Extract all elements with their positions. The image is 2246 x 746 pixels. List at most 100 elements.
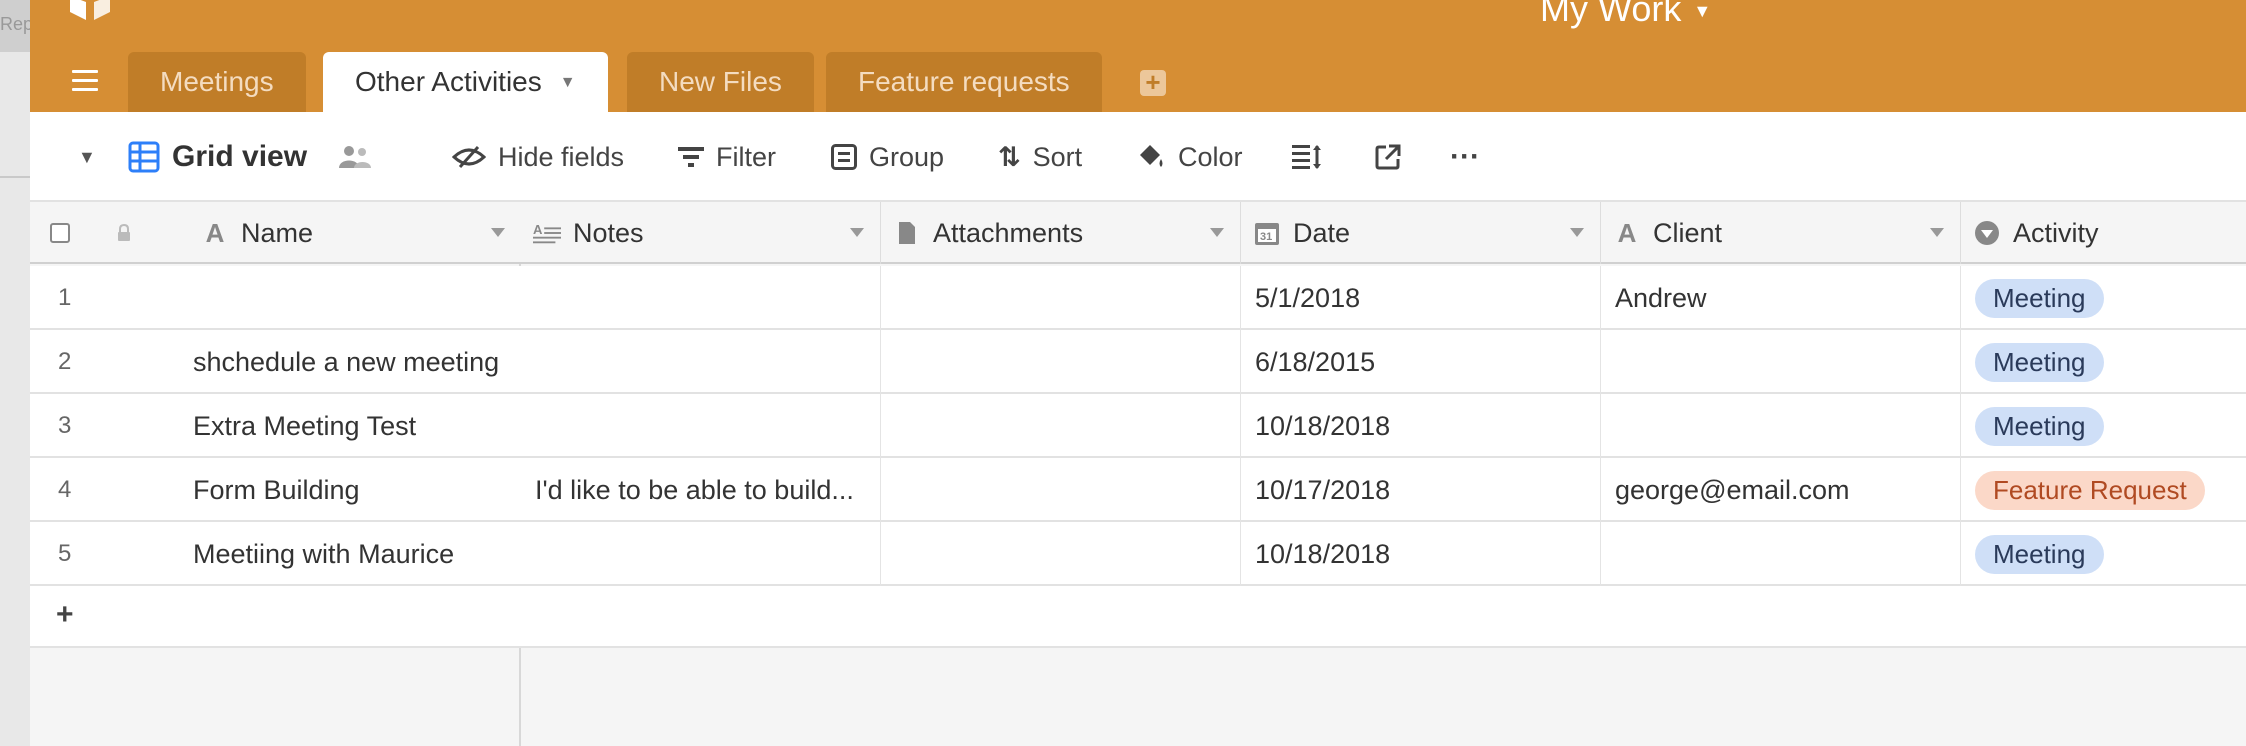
sort-button[interactable]: ⇅ Sort bbox=[998, 112, 1082, 202]
date-cell[interactable]: 5/1/2018 bbox=[1241, 266, 1601, 330]
tab-meetings[interactable]: Meetings bbox=[128, 52, 306, 112]
add-record-row[interactable]: + bbox=[30, 586, 521, 648]
column-menu-icon[interactable] bbox=[1210, 228, 1224, 237]
date-cell[interactable]: 10/17/2018 bbox=[1241, 458, 1601, 522]
table-row[interactable]: I'd like to be able to build... 10/17/20… bbox=[521, 458, 2246, 522]
notes-cell[interactable]: I'd like to be able to build... bbox=[521, 458, 881, 522]
name-cell[interactable]: Extra Meeting Test bbox=[165, 394, 521, 458]
client-cell[interactable]: Andrew bbox=[1601, 266, 1961, 330]
table-row[interactable]: 4 Form Building bbox=[30, 458, 521, 522]
name-cell[interactable]: Form Building bbox=[165, 458, 521, 522]
color-button[interactable]: Color bbox=[1136, 112, 1243, 202]
table-row[interactable]: 6/18/2015 Meeting bbox=[521, 330, 2246, 394]
date-cell[interactable]: 6/18/2015 bbox=[1241, 330, 1601, 394]
table-row[interactable]: 5 Meetiing with Maurice bbox=[30, 522, 521, 586]
row-number: 1 bbox=[58, 284, 72, 311]
client-cell[interactable] bbox=[1601, 522, 1961, 586]
eye-slash-icon bbox=[452, 145, 486, 169]
tab-other-activities[interactable]: Other Activities ▼ bbox=[323, 52, 608, 112]
notes-cell[interactable] bbox=[521, 266, 881, 330]
tab-new-files[interactable]: New Files bbox=[627, 52, 814, 112]
text-field-icon: A bbox=[205, 217, 225, 248]
frozen-pane: A Name 1 2 shchedule a new meeting 3 Ext… bbox=[30, 202, 521, 746]
column-title: Date bbox=[1293, 217, 1351, 248]
column-header-client[interactable]: A Client bbox=[1601, 202, 1961, 264]
client-cell[interactable] bbox=[1601, 330, 1961, 394]
activity-cell[interactable]: Meeting bbox=[1961, 394, 2246, 458]
attachments-cell[interactable] bbox=[881, 266, 1241, 330]
column-header-activity[interactable]: Activity bbox=[1961, 202, 2246, 264]
filter-button[interactable]: Filter bbox=[678, 112, 776, 202]
chevron-down-icon[interactable]: ▼ bbox=[560, 74, 576, 91]
table-row[interactable]: 2 shchedule a new meeting bbox=[30, 330, 521, 394]
hide-fields-button[interactable]: Hide fields bbox=[452, 112, 624, 202]
table-row[interactable]: 10/18/2018 Meeting bbox=[521, 522, 2246, 586]
table-row[interactable]: 3 Extra Meeting Test bbox=[30, 394, 521, 458]
activity-cell[interactable]: Meeting bbox=[1961, 522, 2246, 586]
column-header-date[interactable]: 31 Date bbox=[1241, 202, 1601, 264]
svg-text:A: A bbox=[533, 222, 543, 237]
tab-feature-requests[interactable]: Feature requests bbox=[826, 52, 1102, 112]
view-switcher-toggle[interactable]: ▼ bbox=[78, 112, 96, 202]
share-view-button[interactable] bbox=[1375, 112, 1401, 202]
column-title: Client bbox=[1653, 217, 1723, 248]
column-header-name[interactable]: A Name bbox=[165, 202, 521, 264]
notes-cell[interactable] bbox=[521, 330, 881, 394]
table-row[interactable]: 1 bbox=[30, 266, 521, 330]
tab-label: Feature requests bbox=[858, 66, 1070, 97]
table-row[interactable]: 10/18/2018 Meeting bbox=[521, 394, 2246, 458]
row-height-button[interactable] bbox=[1292, 112, 1322, 202]
attachment-icon bbox=[899, 222, 915, 244]
add-record-row[interactable] bbox=[521, 586, 2246, 648]
activity-cell[interactable]: Meeting bbox=[1961, 266, 2246, 330]
date-cell[interactable]: 10/18/2018 bbox=[1241, 394, 1601, 458]
attachments-cell[interactable] bbox=[881, 522, 1241, 586]
attachments-cell[interactable] bbox=[881, 394, 1241, 458]
sort-label: Sort bbox=[1032, 141, 1083, 172]
collaborators-icon[interactable] bbox=[338, 112, 372, 202]
column-menu-icon[interactable] bbox=[850, 228, 864, 237]
client-cell[interactable]: george@email.com bbox=[1601, 458, 1961, 522]
view-toolbar: ▼ Grid view Hide fields Filter Group ⇅ S… bbox=[30, 112, 2246, 202]
activity-cell[interactable]: Feature Request bbox=[1961, 458, 2246, 522]
filter-icon bbox=[678, 147, 704, 167]
notes-cell[interactable] bbox=[521, 394, 881, 458]
attachments-cell[interactable] bbox=[881, 458, 1241, 522]
name-cell[interactable]: shchedule a new meeting bbox=[165, 330, 521, 394]
add-record-icon[interactable]: + bbox=[56, 598, 74, 632]
row-number: 3 bbox=[58, 412, 72, 439]
add-table-button[interactable]: + bbox=[1140, 69, 1166, 96]
select-all-checkbox[interactable] bbox=[50, 223, 70, 243]
column-header-attachments[interactable]: Attachments bbox=[881, 202, 1241, 264]
base-header: My Work ▼ Meetings Other Activities ▼ New … bbox=[30, 0, 2246, 112]
base-title-text: My Work bbox=[1540, 0, 1682, 29]
activity-tag: Meeting bbox=[1975, 342, 2104, 382]
client-cell[interactable] bbox=[1601, 394, 1961, 458]
more-options-button[interactable]: ··· bbox=[1450, 112, 1480, 202]
scroll-pane: A Notes Attachments 31 Date A Client Act… bbox=[521, 202, 2246, 746]
column-menu-icon[interactable] bbox=[491, 228, 505, 237]
activity-tag: Meeting bbox=[1975, 534, 2104, 574]
attachments-cell[interactable] bbox=[881, 330, 1241, 394]
external-link-icon bbox=[1375, 144, 1401, 170]
row-number: 5 bbox=[58, 540, 72, 567]
single-select-icon bbox=[1975, 221, 1999, 245]
header-row: A Notes Attachments 31 Date A Client Act… bbox=[521, 202, 2246, 264]
column-menu-icon[interactable] bbox=[1930, 228, 1944, 237]
notes-cell[interactable] bbox=[521, 522, 881, 586]
group-button[interactable]: Group bbox=[831, 112, 944, 202]
view-name-button[interactable]: Grid view bbox=[128, 112, 307, 202]
menu-icon[interactable] bbox=[72, 70, 98, 92]
table-row[interactable]: 5/1/2018 Andrew Meeting bbox=[521, 266, 2246, 330]
row-height-icon bbox=[1292, 145, 1321, 169]
background-window: Rep bbox=[0, 0, 30, 746]
column-menu-icon[interactable] bbox=[1570, 228, 1584, 237]
base-title[interactable]: My Work ▼ bbox=[1540, 0, 1711, 30]
name-cell[interactable] bbox=[165, 266, 521, 330]
date-cell[interactable]: 10/18/2018 bbox=[1241, 522, 1601, 586]
column-header-notes[interactable]: A Notes bbox=[521, 202, 881, 264]
activity-cell[interactable]: Meeting bbox=[1961, 330, 2246, 394]
select-all-cell bbox=[30, 202, 104, 264]
name-cell[interactable]: Meetiing with Maurice bbox=[165, 522, 521, 586]
airtable-logo-icon[interactable] bbox=[66, 0, 114, 22]
